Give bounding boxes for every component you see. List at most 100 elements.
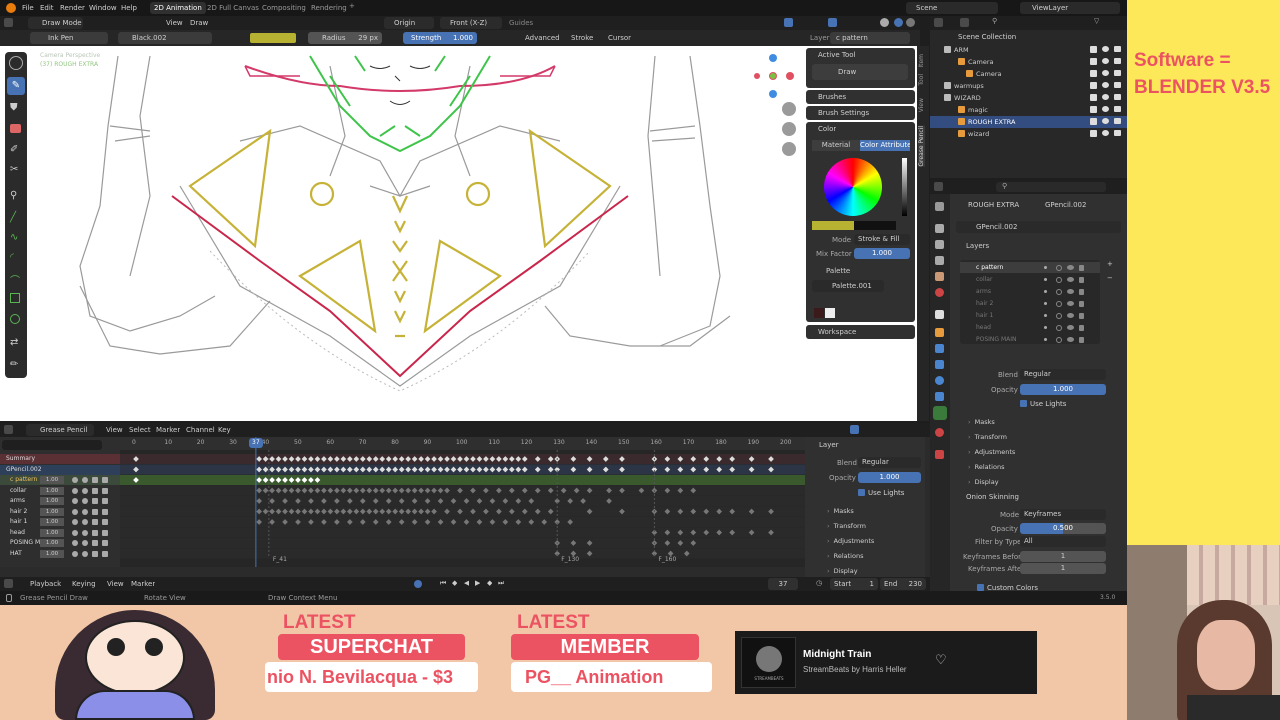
channel-check-icon[interactable] <box>92 477 98 483</box>
brush-settings-panel[interactable]: Brush Settings <box>806 106 915 120</box>
active-tool-button[interactable]: Draw <box>812 64 908 80</box>
data-name-field[interactable]: GPencil.002 <box>956 221 1121 233</box>
layer-row[interactable]: collar <box>960 274 1100 285</box>
channel-opacity-value[interactable]: 1.00 <box>40 507 64 516</box>
menu-render[interactable]: Render <box>60 4 85 12</box>
current-frame-field[interactable]: 37 <box>768 578 798 590</box>
start-frame-field[interactable]: Start 1 <box>830 578 878 590</box>
menu-file[interactable]: File <box>22 4 34 12</box>
timeline-view-menu[interactable]: View <box>107 580 124 588</box>
eye-icon[interactable] <box>1102 70 1109 76</box>
camera-render-icon[interactable] <box>1114 94 1121 100</box>
layer-eye-icon[interactable] <box>1067 289 1074 294</box>
channel-opacity-value[interactable]: 1.00 <box>40 549 64 558</box>
properties-type-icon[interactable] <box>934 182 943 191</box>
marker-label[interactable]: F_41 <box>273 556 287 563</box>
layer-mask-icon[interactable] <box>1056 277 1062 283</box>
channel-eye-icon[interactable] <box>72 519 78 525</box>
overlay-toggle-icon[interactable] <box>828 18 837 27</box>
outliner-search-icon[interactable]: ⚲ <box>992 17 997 25</box>
scene-selector[interactable]: Scene <box>906 2 998 14</box>
channel-opacity-value[interactable]: 1.00 <box>40 497 64 505</box>
channel-row[interactable]: collar 1.00 <box>0 486 120 496</box>
channel-lock-icon[interactable] <box>102 529 108 536</box>
workspace-tab-2d-full-canvas[interactable]: 2D Full Canvas <box>207 4 259 12</box>
outliner-item[interactable]: ROUGH EXTRA <box>930 116 1127 128</box>
channel-check-icon[interactable] <box>92 508 98 515</box>
channel-search-field[interactable] <box>2 440 102 450</box>
timeline-marker-menu[interactable]: Marker <box>131 580 155 588</box>
visibility-checkbox-icon[interactable] <box>1090 70 1097 77</box>
layer-eye-icon[interactable] <box>1067 325 1074 330</box>
tool-cursor-icon[interactable] <box>9 56 23 70</box>
jump-start-icon[interactable]: ⏮ <box>440 579 446 588</box>
strength-field[interactable]: Strength 1.000 <box>403 32 477 44</box>
property-section-header[interactable]: › Transform <box>968 433 1007 441</box>
mix-factor-field[interactable]: 1.000 <box>854 248 910 259</box>
keyframe-region[interactable]: 0 10 20 30 40 50 60 70 80 90 100 110 120 130 140 150 160… <box>120 437 805 567</box>
dope-section-header[interactable]: › Masks <box>827 507 854 515</box>
dope-section-header[interactable]: › Display <box>827 567 858 575</box>
menu-edit[interactable]: Edit <box>40 4 54 12</box>
marker-label[interactable]: F_160 <box>658 556 676 563</box>
channel-row[interactable]: c pattern 1.00 <box>0 475 120 485</box>
layer-row[interactable]: c pattern <box>960 262 1100 273</box>
layer-lock-icon[interactable] <box>1079 337 1084 343</box>
material-selector[interactable]: Black.002 <box>118 32 212 44</box>
property-section-header[interactable]: › Masks <box>968 418 995 426</box>
gizmo-toggle-icon[interactable] <box>784 18 793 27</box>
channel-check-icon[interactable] <box>92 498 98 504</box>
camera-render-icon[interactable] <box>1114 118 1121 124</box>
origin-dropdown[interactable]: Origin <box>384 17 434 29</box>
channel-row[interactable]: Summary <box>0 454 120 464</box>
channel-row[interactable]: GPencil.002 <box>0 464 120 475</box>
layer-mask-icon[interactable] <box>1056 301 1062 307</box>
layer-eye-icon[interactable] <box>1067 337 1074 342</box>
layer-lock-icon[interactable] <box>1079 277 1084 283</box>
channel-opacity-value[interactable]: 1.00 <box>40 539 64 547</box>
active-tool-header[interactable]: Active Tool <box>818 51 855 59</box>
tool-line-icon[interactable]: ╱ <box>10 212 16 223</box>
tab-object-data-icon[interactable] <box>933 406 947 420</box>
channel-lock-icon[interactable] <box>102 519 108 525</box>
jump-end-icon[interactable]: ⏭ <box>498 579 504 588</box>
tool-fill-icon[interactable]: ⛊ <box>10 102 18 113</box>
outliner-item[interactable]: wizard <box>930 128 1127 140</box>
eye-icon[interactable] <box>1102 58 1109 64</box>
outliner-type-icon[interactable] <box>934 18 943 27</box>
layer-eye-icon[interactable] <box>1067 313 1074 318</box>
layer-lock-icon[interactable] <box>1079 313 1084 319</box>
use-lights-checkbox[interactable] <box>1020 400 1027 407</box>
channel-eye-icon[interactable] <box>72 487 78 494</box>
channel-lock-icon[interactable] <box>102 540 108 546</box>
tab-tool-icon[interactable] <box>935 202 944 211</box>
dope-opacity-field[interactable]: 1.000 <box>858 472 921 483</box>
visibility-checkbox-icon[interactable] <box>1090 58 1097 65</box>
channel-row[interactable]: HAT 1.00 <box>0 549 120 559</box>
editor-type-icon[interactable] <box>4 18 13 27</box>
menu-help[interactable]: Help <box>121 4 137 12</box>
tab-world-icon[interactable] <box>935 288 944 297</box>
cursor-dropdown[interactable]: Cursor <box>608 34 631 42</box>
tab-physics-icon[interactable] <box>935 376 944 385</box>
dope-section-header[interactable]: › Transform <box>827 522 866 530</box>
palette-selector[interactable]: Palette.001 <box>812 280 884 292</box>
mode-dropdown[interactable]: Draw Mode <box>28 17 83 29</box>
tool-tint-icon[interactable]: ✐ <box>10 144 18 155</box>
guides-toggle[interactable]: Guides <box>509 19 533 27</box>
dope-menu-key[interactable]: Key <box>218 426 231 434</box>
visibility-checkbox-icon[interactable] <box>1090 130 1097 137</box>
tab-object-icon[interactable] <box>935 328 944 337</box>
npanel-tab-grease-pencil[interactable]: Grease Pencil <box>918 126 925 167</box>
layer-lock-icon[interactable] <box>1079 289 1084 295</box>
tab-view-layer-icon[interactable] <box>935 256 944 265</box>
eye-icon[interactable] <box>1102 130 1109 136</box>
brushes-panel[interactable]: Brushes <box>806 90 915 104</box>
dope-menu-select[interactable]: Select <box>129 426 151 434</box>
playback-menu[interactable]: Playback <box>30 580 61 588</box>
menu-window[interactable]: Window <box>89 4 117 12</box>
play-icon[interactable]: ▶ <box>475 579 480 587</box>
filter-type-dropdown[interactable]: All <box>1020 536 1106 547</box>
dope-mode-dropdown[interactable]: Grease Pencil <box>26 424 94 436</box>
next-key-icon[interactable]: ◆ <box>487 579 492 587</box>
